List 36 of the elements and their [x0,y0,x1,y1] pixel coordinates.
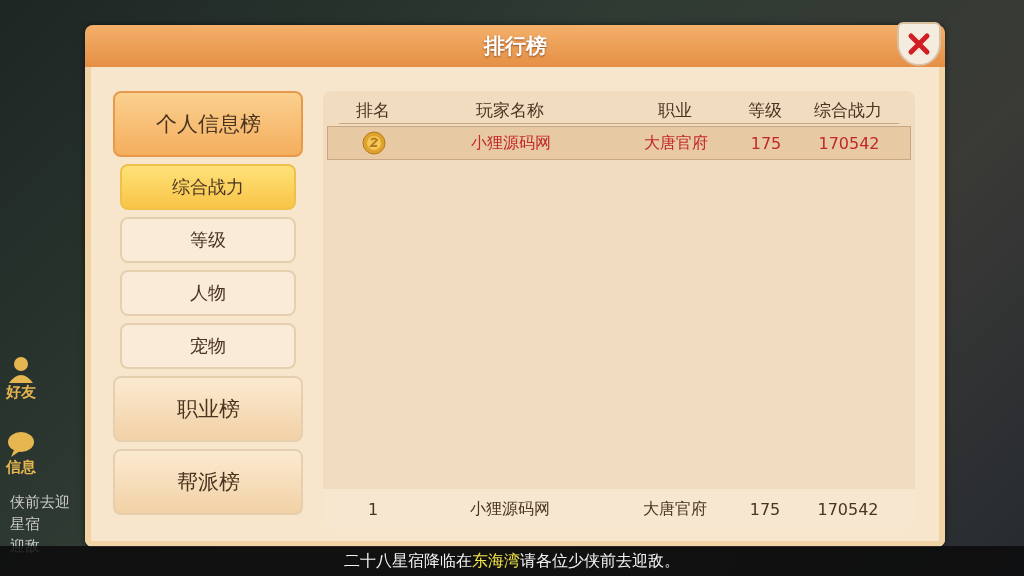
subcategory-tab[interactable]: 人物 [120,270,296,316]
table-cell-text: 175 [748,499,782,519]
table-cell-text: 小狸源码网 [469,498,551,520]
notice-text: 二十八星宿降临在 [344,550,472,572]
category-tab[interactable]: 个人信息榜 [113,91,303,157]
column-header: 排名 [355,98,391,122]
person-icon [6,355,36,383]
table-cell-text: 170542 [817,133,881,153]
chat-text: 侠前去迎 [10,493,70,512]
hud-label[interactable]: 好友 [6,383,36,402]
column-header: 玩家名称 [475,98,545,122]
hud-label[interactable]: 信息 [6,458,36,477]
table-cell-text: 小狸源码网 [470,132,552,154]
speech-bubble-icon [6,430,36,458]
chat-text: 迎敌 [10,537,40,556]
table-cell-text: 1 [366,499,380,519]
column-header: 综合战力 [813,98,883,122]
category-tab[interactable]: 职业榜 [113,376,303,442]
column-header: 等级 [747,98,783,122]
notice-text: 请各位少侠前去迎敌。 [520,550,680,572]
chat-text: 星宿 [10,515,40,534]
column-header: 职业 [657,98,693,122]
medal-icon [362,131,386,155]
place-name-text: 东海湾 [472,550,520,572]
table-cell-text: 175 [749,133,783,153]
table-cell-text: 大唐官府 [642,498,708,520]
close-button[interactable] [897,22,941,66]
table-cell-text: 大唐官府 [643,132,709,154]
subcategory-tab[interactable]: 等级 [120,217,296,263]
table-cell-text: 170542 [816,499,880,519]
subcategory-tab[interactable]: 宠物 [120,323,296,369]
ranking-row[interactable]: 小狸源码网 大唐官府 175 170542 [327,126,911,160]
category-tab[interactable]: 帮派榜 [113,449,303,515]
subcategory-tab[interactable]: 综合战力 [120,164,296,210]
window-title: 排行榜 [483,33,547,60]
close-icon [907,32,931,56]
